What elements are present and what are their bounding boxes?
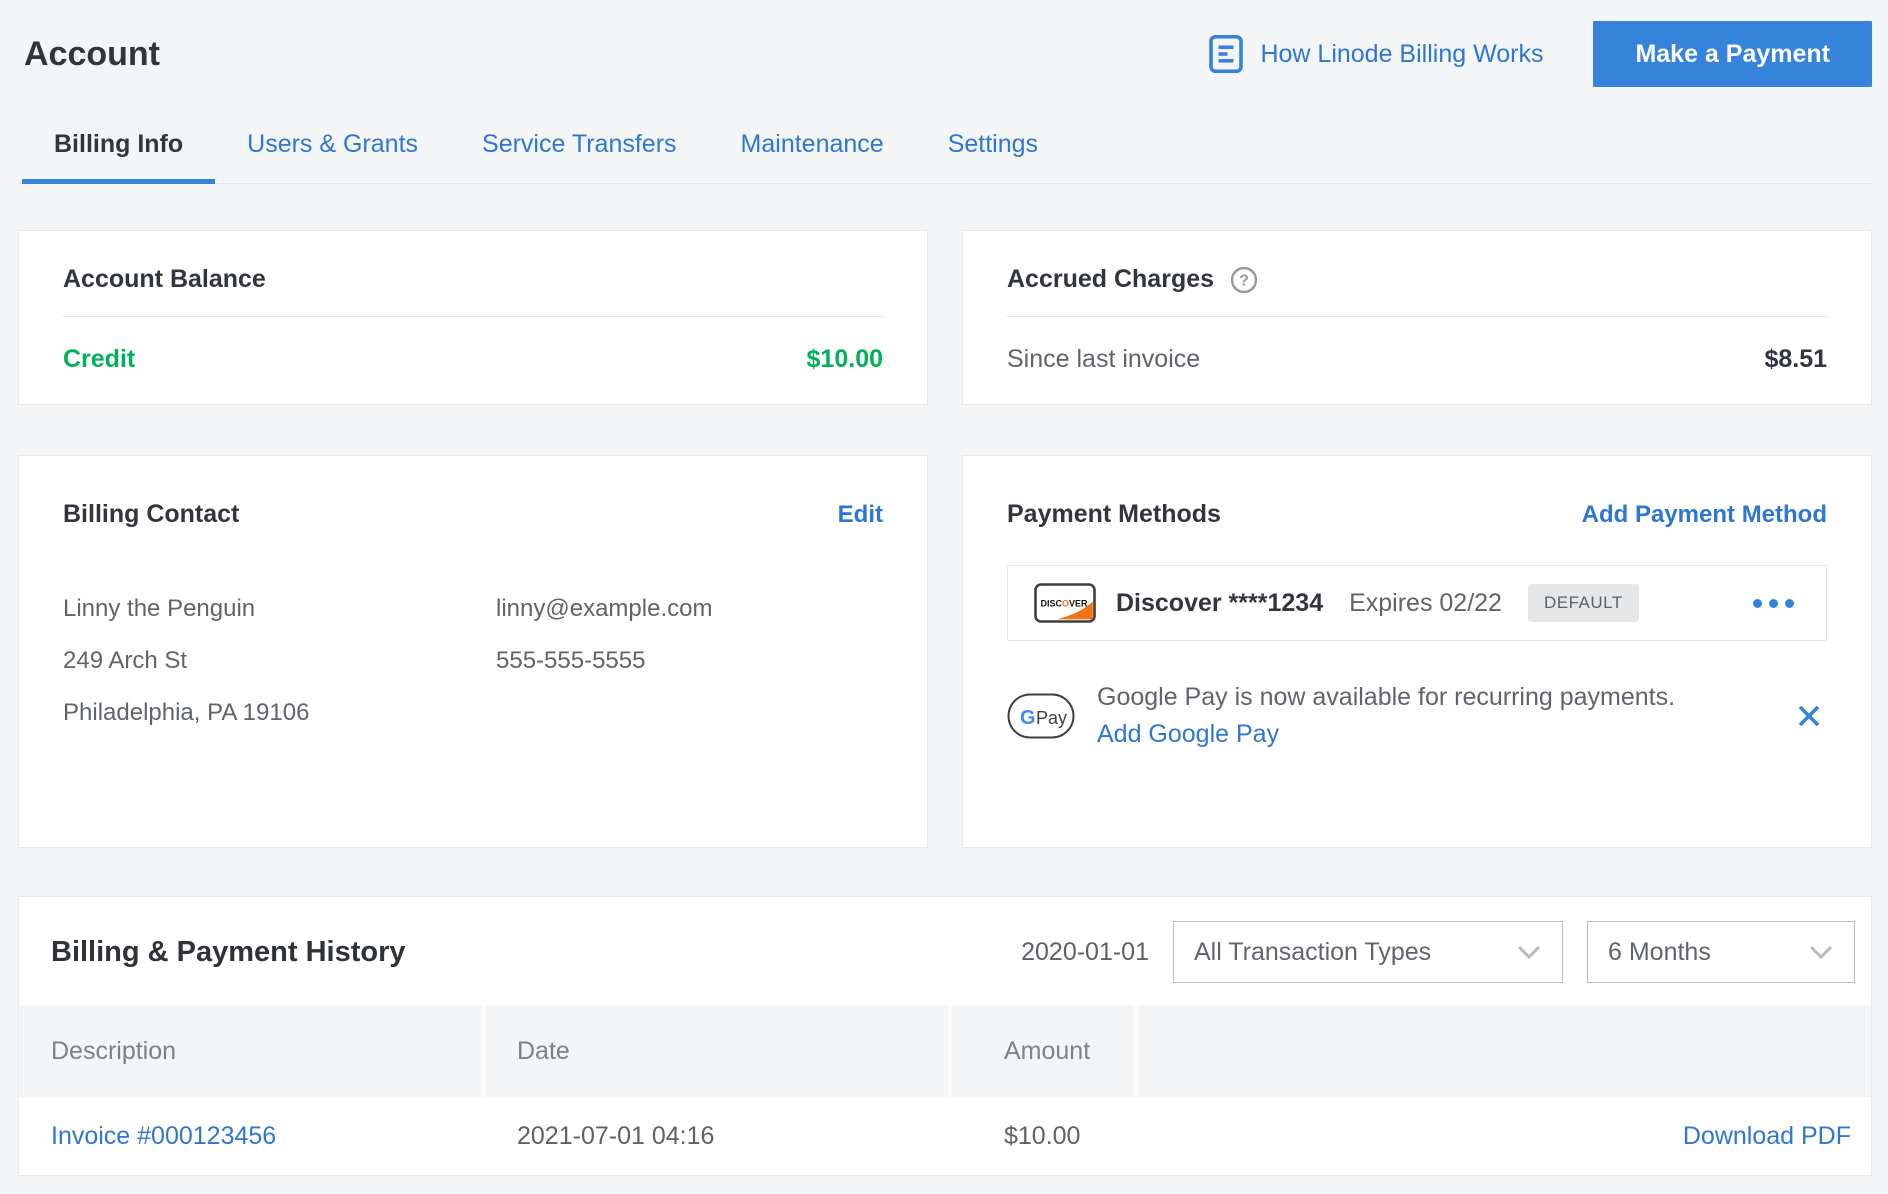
contact-email: linny@example.com	[496, 583, 712, 635]
balance-amount: $10.00	[807, 345, 883, 374]
card-expiry: Expires 02/22	[1349, 589, 1502, 618]
date-range-select[interactable]: 6 Months	[1587, 921, 1855, 983]
account-tabs: Billing Info Users & Grants Service Tran…	[18, 120, 1872, 184]
ellipsis-menu-icon[interactable]	[1747, 593, 1800, 614]
discover-card-icon: DISCOVER	[1034, 583, 1096, 623]
contact-phone: 555-555-5555	[496, 635, 712, 687]
billing-document-icon	[1208, 33, 1244, 75]
col-description: Description	[19, 1005, 485, 1097]
svg-text:Pay: Pay	[1036, 708, 1067, 728]
edit-billing-contact-link[interactable]: Edit	[838, 501, 883, 529]
payment-method-row: DISCOVER Discover ****1234 Expires 02/22…	[1007, 565, 1827, 641]
col-date: Date	[485, 1005, 952, 1097]
make-a-payment-button[interactable]: Make a Payment	[1593, 21, 1872, 87]
add-google-pay-link[interactable]: Add Google Pay	[1097, 720, 1279, 749]
accrued-since-label: Since last invoice	[1007, 345, 1200, 374]
divider	[1007, 316, 1827, 317]
tab-users-grants[interactable]: Users & Grants	[215, 120, 450, 183]
chevron-down-icon	[1808, 944, 1834, 960]
account-page: Account How Linode Billing Works Make a …	[0, 0, 1888, 1176]
billing-contact-details: Linny the Penguin 249 Arch St Philadelph…	[63, 583, 883, 739]
contact-address2: Philadelphia, PA 19106	[63, 687, 496, 739]
col-amount: Amount	[952, 1005, 1138, 1097]
divider	[63, 316, 883, 317]
download-pdf-link[interactable]: Download PDF	[1683, 1122, 1851, 1150]
header-actions: How Linode Billing Works Make a Payment	[1208, 21, 1872, 87]
svg-text:?: ?	[1239, 272, 1249, 289]
row-amount: $10.00	[952, 1122, 1138, 1151]
col-actions	[1138, 1005, 1871, 1097]
tab-maintenance[interactable]: Maintenance	[709, 120, 916, 183]
history-table-header: Description Date Amount	[19, 1005, 1871, 1097]
account-balance-card: Account Balance Credit $10.00	[18, 230, 928, 405]
card-label: Discover ****1234	[1116, 589, 1323, 618]
account-balance-title: Account Balance	[63, 265, 266, 294]
google-pay-promo: G Pay Google Pay is now available for re…	[1007, 683, 1827, 749]
google-pay-icon: G Pay	[1007, 693, 1075, 739]
contact-address1: 249 Arch St	[63, 635, 496, 687]
billing-history-title: Billing & Payment History	[51, 936, 1021, 969]
google-pay-message: Google Pay is now available for recurrin…	[1097, 683, 1675, 712]
payment-methods-title: Payment Methods	[1007, 500, 1221, 529]
billing-history-section: Billing & Payment History 2020-01-01 All…	[18, 896, 1872, 1176]
svg-text:DISCOVER: DISCOVER	[1040, 599, 1088, 609]
how-linode-billing-works-label: How Linode Billing Works	[1260, 40, 1543, 69]
accrued-charges-title: Accrued Charges	[1007, 265, 1214, 294]
how-linode-billing-works-link[interactable]: How Linode Billing Works	[1208, 33, 1543, 75]
billing-contact-card: Billing Contact Edit Linny the Penguin 2…	[18, 455, 928, 848]
row-date: 2021-07-01 04:16	[485, 1122, 952, 1151]
transaction-type-value: All Transaction Types	[1194, 938, 1431, 967]
close-icon[interactable]	[1791, 698, 1827, 734]
history-start-date[interactable]: 2020-01-01	[1021, 938, 1149, 967]
billing-contact-title: Billing Contact	[63, 500, 239, 529]
default-badge: DEFAULT	[1528, 584, 1639, 622]
transaction-type-select[interactable]: All Transaction Types	[1173, 921, 1563, 983]
add-payment-method-link[interactable]: Add Payment Method	[1582, 501, 1827, 529]
invoice-link[interactable]: Invoice #000123456	[51, 1122, 276, 1150]
page-header: Account How Linode Billing Works Make a …	[18, 0, 1872, 88]
accrued-amount: $8.51	[1764, 345, 1827, 374]
contact-name: Linny the Penguin	[63, 583, 496, 635]
tab-billing-info[interactable]: Billing Info	[22, 120, 215, 183]
chevron-down-icon	[1516, 944, 1542, 960]
table-row: Invoice #000123456 2021-07-01 04:16 $10.…	[19, 1097, 1871, 1175]
page-title: Account	[24, 35, 160, 74]
tab-settings[interactable]: Settings	[916, 120, 1070, 183]
question-circle-icon[interactable]: ?	[1230, 266, 1258, 294]
cards-grid: Account Balance Credit $10.00 Accrued Ch…	[18, 230, 1872, 848]
accrued-charges-card: Accrued Charges ? Since last invoice $8.…	[962, 230, 1872, 405]
date-range-value: 6 Months	[1608, 938, 1711, 967]
balance-credit-label: Credit	[63, 345, 135, 374]
payment-methods-card: Payment Methods Add Payment Method DISCO…	[962, 455, 1872, 848]
tab-service-transfers[interactable]: Service Transfers	[450, 120, 709, 183]
svg-text:G: G	[1020, 707, 1036, 729]
